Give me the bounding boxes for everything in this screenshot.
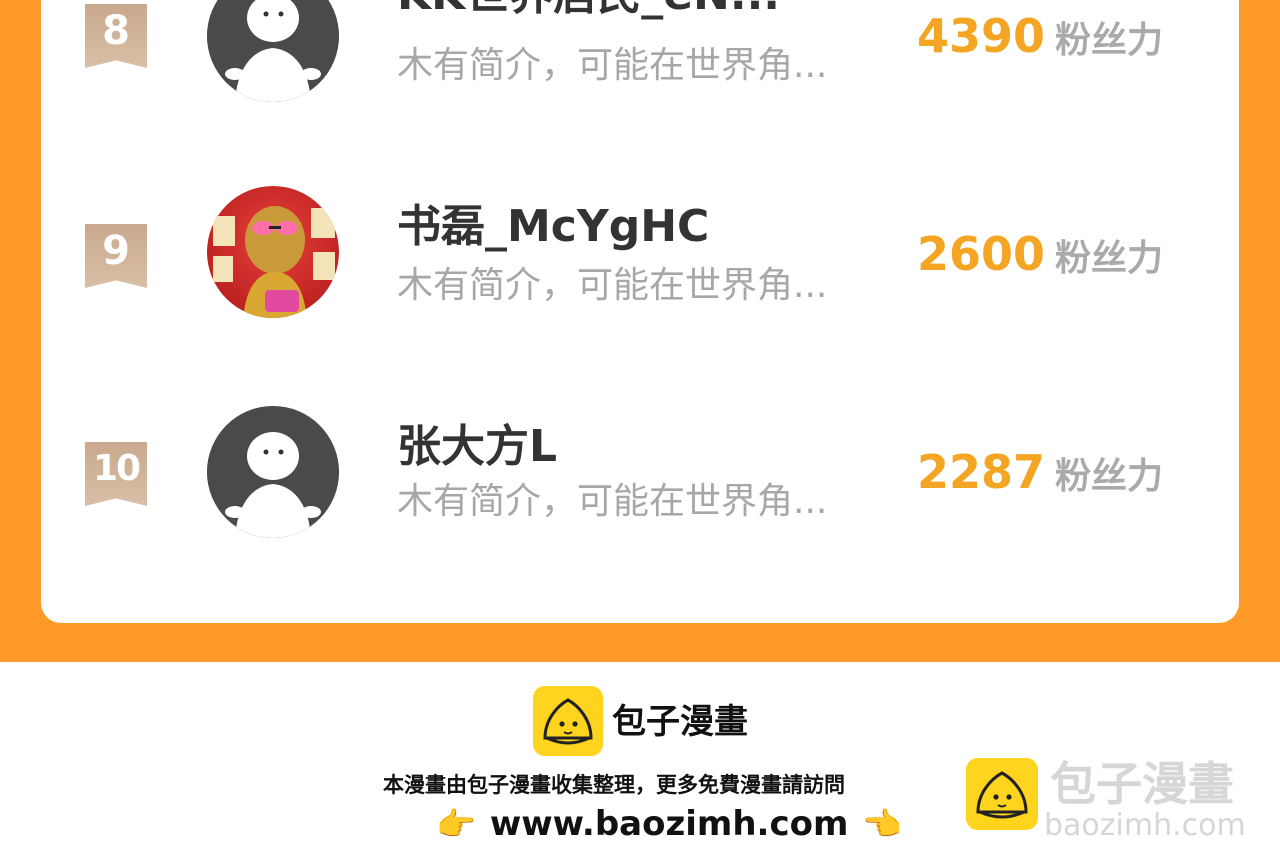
footer-url-row: 👉 www.baozimh.com 👈 — [436, 800, 902, 846]
fans-label: 粉丝力 — [1055, 456, 1164, 497]
default-avatar-icon[interactable] — [207, 0, 339, 102]
footer-note: 本漫畫由包子漫畫收集整理，更多免費漫畫請訪問 — [383, 773, 845, 797]
baozi-logo-icon[interactable] — [533, 686, 603, 756]
fans-number: 4390 — [917, 9, 1046, 63]
user-name[interactable]: 张大方L — [397, 422, 557, 472]
footer-brand[interactable]: 包子漫畫 — [612, 700, 748, 744]
fans-label: 粉丝力 — [1055, 238, 1164, 279]
pointing-right-hand-icon: 👉 — [436, 804, 476, 843]
user-name[interactable]: KK世界居民_eN... — [397, 0, 780, 20]
fans-label: 粉丝力 — [1055, 20, 1164, 61]
footer-url-link[interactable]: www.baozimh.com — [490, 804, 849, 844]
fans-count: 2600 粉丝力 — [917, 226, 1163, 293]
watermark-logo-icon — [966, 758, 1038, 830]
user-name[interactable]: 书磊_McYgHC — [397, 202, 709, 252]
fans-number: 2600 — [917, 227, 1046, 281]
default-avatar-icon[interactable] — [207, 406, 339, 538]
user-bio: 木有简介，可能在世界角... — [397, 45, 828, 86]
fans-number: 2287 — [917, 445, 1046, 499]
ranking-row[interactable]: 9 书磊_McYgHC 木有简介，可能在世界角... 2600 粉丝力 — [41, 186, 1239, 326]
rank-badge: 10 — [85, 442, 147, 506]
rank-badge: 8 — [85, 4, 147, 68]
user-bio: 木有简介，可能在世界角... — [397, 481, 828, 522]
user-bio: 木有简介，可能在世界角... — [397, 265, 828, 306]
ranking-row[interactable]: 8 KK世界居民_eN... 木有简介，可能在世界角... 4390粉丝力 — [41, 0, 1239, 110]
rank-badge: 9 — [85, 224, 147, 288]
watermark-title: 包子漫畫 — [1050, 757, 1234, 811]
fans-count: 2287 粉丝力 — [917, 444, 1163, 511]
ranking-card: 8 KK世界居民_eN... 木有简介，可能在世界角... 4390粉丝力 9 — [41, 0, 1239, 623]
fans-count: 4390 粉丝力 — [917, 8, 1163, 75]
pointing-left-hand-icon: 👈 — [862, 804, 903, 843]
ranking-row[interactable]: 10 张大方L 木有简介，可能在世界角... 2287 粉丝力 — [41, 406, 1239, 546]
photo-avatar-icon[interactable] — [207, 186, 339, 318]
watermark-url: baozimh.com — [1044, 808, 1246, 843]
